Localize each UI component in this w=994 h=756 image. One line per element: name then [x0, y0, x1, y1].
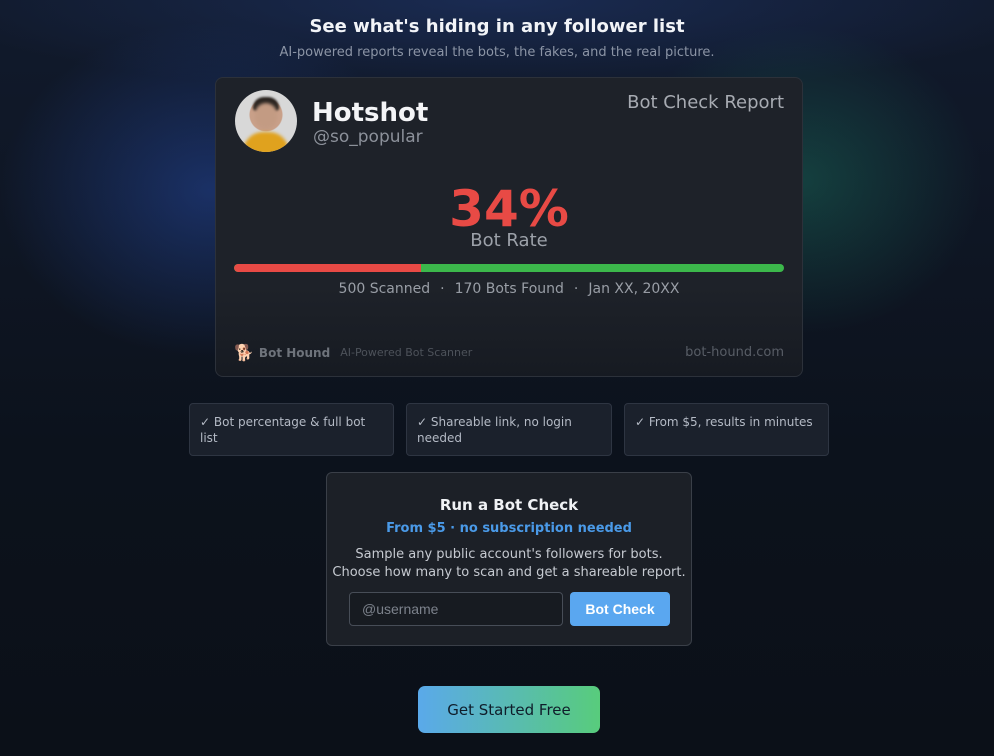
run-check-title: Run a Bot Check [439, 496, 579, 514]
avatar [235, 90, 297, 152]
bot-rate-bar [234, 264, 784, 272]
brand-site: bot-hound.com [685, 345, 784, 360]
report-date: Jan XX, 20XX [588, 281, 680, 297]
profile-handle: @so_popular [313, 127, 423, 147]
username-input[interactable] [349, 592, 563, 626]
report-title: Bot Check Report [627, 92, 784, 113]
report-stats: 500 Scanned · 170 Bots Found · Jan XX, 20XX [216, 281, 802, 297]
stats-separator: · [440, 281, 445, 297]
dog-icon: 🐕 [234, 343, 254, 362]
bots-found-count: 170 Bots Found [454, 281, 564, 297]
page-subheadline: AI-powered reports reveal the bots, the … [279, 45, 715, 60]
feature-card: ✓ Shareable link, no login needed [406, 403, 612, 456]
feature-text: ✓ Shareable link, no login needed [417, 415, 572, 445]
sample-report-card: Hotshot @so_popular Bot Check Report 34%… [215, 77, 803, 377]
feature-text: ✓ From $5, results in minutes [635, 415, 813, 429]
feature-text: ✓ Bot percentage & full bot list [200, 415, 366, 445]
scanned-count: 500 Scanned [338, 281, 431, 297]
run-check-description: Sample any public account's followers fo… [327, 546, 691, 582]
brand-footer: 🐕 Bot Hound AI-Powered Bot Scanner [234, 343, 472, 362]
bot-check-button[interactable]: Bot Check [570, 592, 670, 626]
bot-rate-bar-fill [234, 264, 421, 272]
get-started-button[interactable]: Get Started Free [418, 686, 600, 733]
feature-card: ✓ Bot percentage & full bot list [189, 403, 394, 456]
run-check-pricing: From $5 · no subscription needed [386, 521, 632, 536]
profile-display-name: Hotshot [312, 98, 429, 128]
feature-card: ✓ From $5, results in minutes [624, 403, 829, 456]
brand-tagline: AI-Powered Bot Scanner [340, 346, 473, 359]
run-check-description-line: Sample any public account's followers fo… [355, 547, 663, 562]
stats-separator: · [573, 281, 579, 297]
page-headline: See what's hiding in any follower list [309, 16, 685, 37]
run-bot-check-panel: Run a Bot Check From $5 · no subscriptio… [326, 472, 692, 646]
run-check-description-line: Choose how many to scan and get a sharea… [332, 565, 686, 580]
brand-name: Bot Hound [258, 345, 331, 360]
bot-rate-label: Bot Rate [470, 230, 548, 251]
